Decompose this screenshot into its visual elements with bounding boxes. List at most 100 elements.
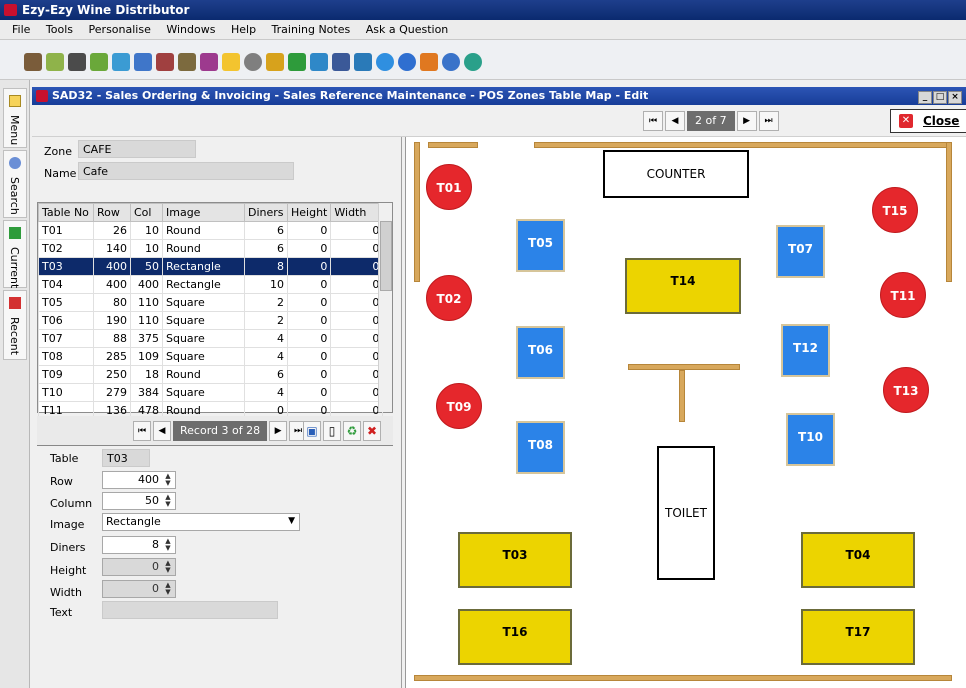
bottle-icon[interactable] <box>200 53 218 71</box>
table-T02[interactable]: T02 <box>426 275 472 321</box>
recycle-icon[interactable]: ♻ <box>343 421 361 441</box>
table-cell: 250 <box>93 365 131 384</box>
table-row[interactable]: T06 190 110 Square 2 0 0 <box>38 311 384 330</box>
sidebar-tab-recent[interactable]: Recent <box>3 290 27 360</box>
chevron-down-icon[interactable]: ▼ <box>288 516 295 526</box>
image-select[interactable]: Rectangle ▼ <box>102 513 300 531</box>
table-T08[interactable]: T08 <box>516 421 565 474</box>
refresh-icon[interactable] <box>376 53 394 71</box>
spin-arrows-icon[interactable]: ▲ ▼ <box>162 494 174 508</box>
table-cell: 0 <box>286 329 332 348</box>
table-cell: 10 <box>130 221 163 240</box>
next-record-icon[interactable]: ▶ <box>269 421 288 441</box>
table-T17[interactable]: T17 <box>801 609 915 665</box>
table-T09[interactable]: T09 <box>436 383 482 429</box>
menu-windows[interactable]: Windows <box>166 20 215 36</box>
row-stepper[interactable]: 400 ▲ ▼ <box>102 471 176 489</box>
table-T06[interactable]: T06 <box>516 326 565 379</box>
table-row[interactable]: T02 140 10 Round 6 0 0 <box>38 239 384 258</box>
delete-icon[interactable]: ✖ <box>363 421 381 441</box>
table-row[interactable]: T04 400 400 Rectangle 10 0 0 <box>38 275 384 294</box>
people-icon[interactable] <box>134 53 152 71</box>
prev-record-icon[interactable]: ◀ <box>665 111 685 131</box>
table-T15[interactable]: T15 <box>872 187 918 233</box>
wine-icon[interactable] <box>24 53 42 71</box>
column-header[interactable]: Width <box>330 203 384 222</box>
maximize-icon[interactable]: □ <box>933 91 947 104</box>
bookmark-icon[interactable] <box>420 53 438 71</box>
close-button[interactable]: ✕ Close <box>890 109 966 133</box>
table-T01[interactable]: T01 <box>426 164 472 210</box>
table-T04[interactable]: T04 <box>801 532 915 588</box>
truck-icon[interactable] <box>156 53 174 71</box>
sidebar-tab-menu[interactable]: Menu <box>3 88 27 148</box>
table-row[interactable]: T09 250 18 Round 6 0 0 <box>38 365 384 384</box>
table-row[interactable]: T10 279 384 Square 4 0 0 <box>38 383 384 402</box>
globe-icon[interactable] <box>464 53 482 71</box>
next-record-icon[interactable]: ▶ <box>736 111 757 131</box>
first-record-icon[interactable]: ⏮ <box>643 111 663 131</box>
table-T05[interactable]: T05 <box>516 219 565 272</box>
column-header[interactable]: Col <box>130 203 163 222</box>
facebook-icon[interactable] <box>332 53 350 71</box>
column-header[interactable]: Diners <box>244 203 288 222</box>
table-cell: 6 <box>244 221 288 240</box>
table-T11[interactable]: T11 <box>880 272 926 318</box>
gear-icon[interactable] <box>244 53 262 71</box>
table-cell: 26 <box>93 221 131 240</box>
spin-arrows-icon[interactable]: ▲ ▼ <box>162 473 174 487</box>
tag-icon[interactable] <box>90 53 108 71</box>
grid-scrollbar[interactable] <box>378 203 392 412</box>
column-stepper[interactable]: 50 ▲ ▼ <box>102 492 176 510</box>
table-T14[interactable]: T14 <box>625 258 741 314</box>
scroll-thumb[interactable] <box>380 221 392 291</box>
table-T12[interactable]: T12 <box>781 324 830 377</box>
cart-icon[interactable] <box>178 53 196 71</box>
window-icon[interactable] <box>112 53 130 71</box>
minimize-icon[interactable]: _ <box>918 91 932 104</box>
table-T07[interactable]: T07 <box>776 225 825 278</box>
help-icon[interactable] <box>442 53 460 71</box>
sidebar-tab-search[interactable]: Search <box>3 150 27 218</box>
edit-icon[interactable] <box>46 53 64 71</box>
table-T13[interactable]: T13 <box>883 367 929 413</box>
table-row[interactable]: T01 26 10 Round 6 0 0 <box>38 221 384 240</box>
column-header[interactable]: Height <box>286 203 332 222</box>
blog-icon[interactable] <box>354 53 372 71</box>
prev-record-icon[interactable]: ◀ <box>153 421 171 441</box>
close-window-icon[interactable]: × <box>948 91 962 104</box>
menu-personalise[interactable]: Personalise <box>89 20 151 36</box>
menu-file[interactable]: File <box>12 20 30 36</box>
info-icon[interactable] <box>398 53 416 71</box>
chart-icon[interactable] <box>310 53 328 71</box>
last-record-icon[interactable]: ⏭ <box>758 111 779 131</box>
table-row[interactable]: T03 400 50 Rectangle 8 0 0 <box>38 257 384 276</box>
first-record-icon[interactable]: ⏮ <box>133 421 151 441</box>
column-header[interactable]: Table No <box>38 203 94 222</box>
table-row[interactable]: T07 88 375 Square 4 0 0 <box>38 329 384 348</box>
table-T10[interactable]: T10 <box>786 413 835 466</box>
menu-help[interactable]: Help <box>231 20 256 36</box>
table-T03[interactable]: T03 <box>458 532 572 588</box>
save-icon[interactable]: ▣ <box>303 421 321 441</box>
dollar-icon[interactable] <box>288 53 306 71</box>
spin-arrows-icon[interactable]: ▲ ▼ <box>162 538 174 552</box>
star-icon[interactable] <box>222 53 240 71</box>
table-row[interactable]: T05 80 110 Square 2 0 0 <box>38 293 384 312</box>
table-cell: 110 <box>130 293 163 312</box>
search-icon <box>9 157 21 169</box>
box-icon[interactable] <box>266 53 284 71</box>
menu-ask-a-question[interactable]: Ask a Question <box>366 20 449 36</box>
table-row[interactable]: T08 285 109 Square 4 0 0 <box>38 347 384 366</box>
printer-icon[interactable] <box>68 53 86 71</box>
table-T16[interactable]: T16 <box>458 609 572 665</box>
menu-tools[interactable]: Tools <box>46 20 73 36</box>
new-record-icon[interactable]: ▯ <box>323 421 341 441</box>
sidebar-tab-current[interactable]: Current <box>3 220 27 288</box>
column-header[interactable]: Row <box>93 203 131 222</box>
diners-label: Diners <box>50 541 86 554</box>
menu-training-notes[interactable]: Training Notes <box>272 20 351 36</box>
column-header[interactable]: Image <box>162 203 245 222</box>
window-controls: _ □ × <box>917 89 962 104</box>
diners-stepper[interactable]: 8 ▲ ▼ <box>102 536 176 554</box>
